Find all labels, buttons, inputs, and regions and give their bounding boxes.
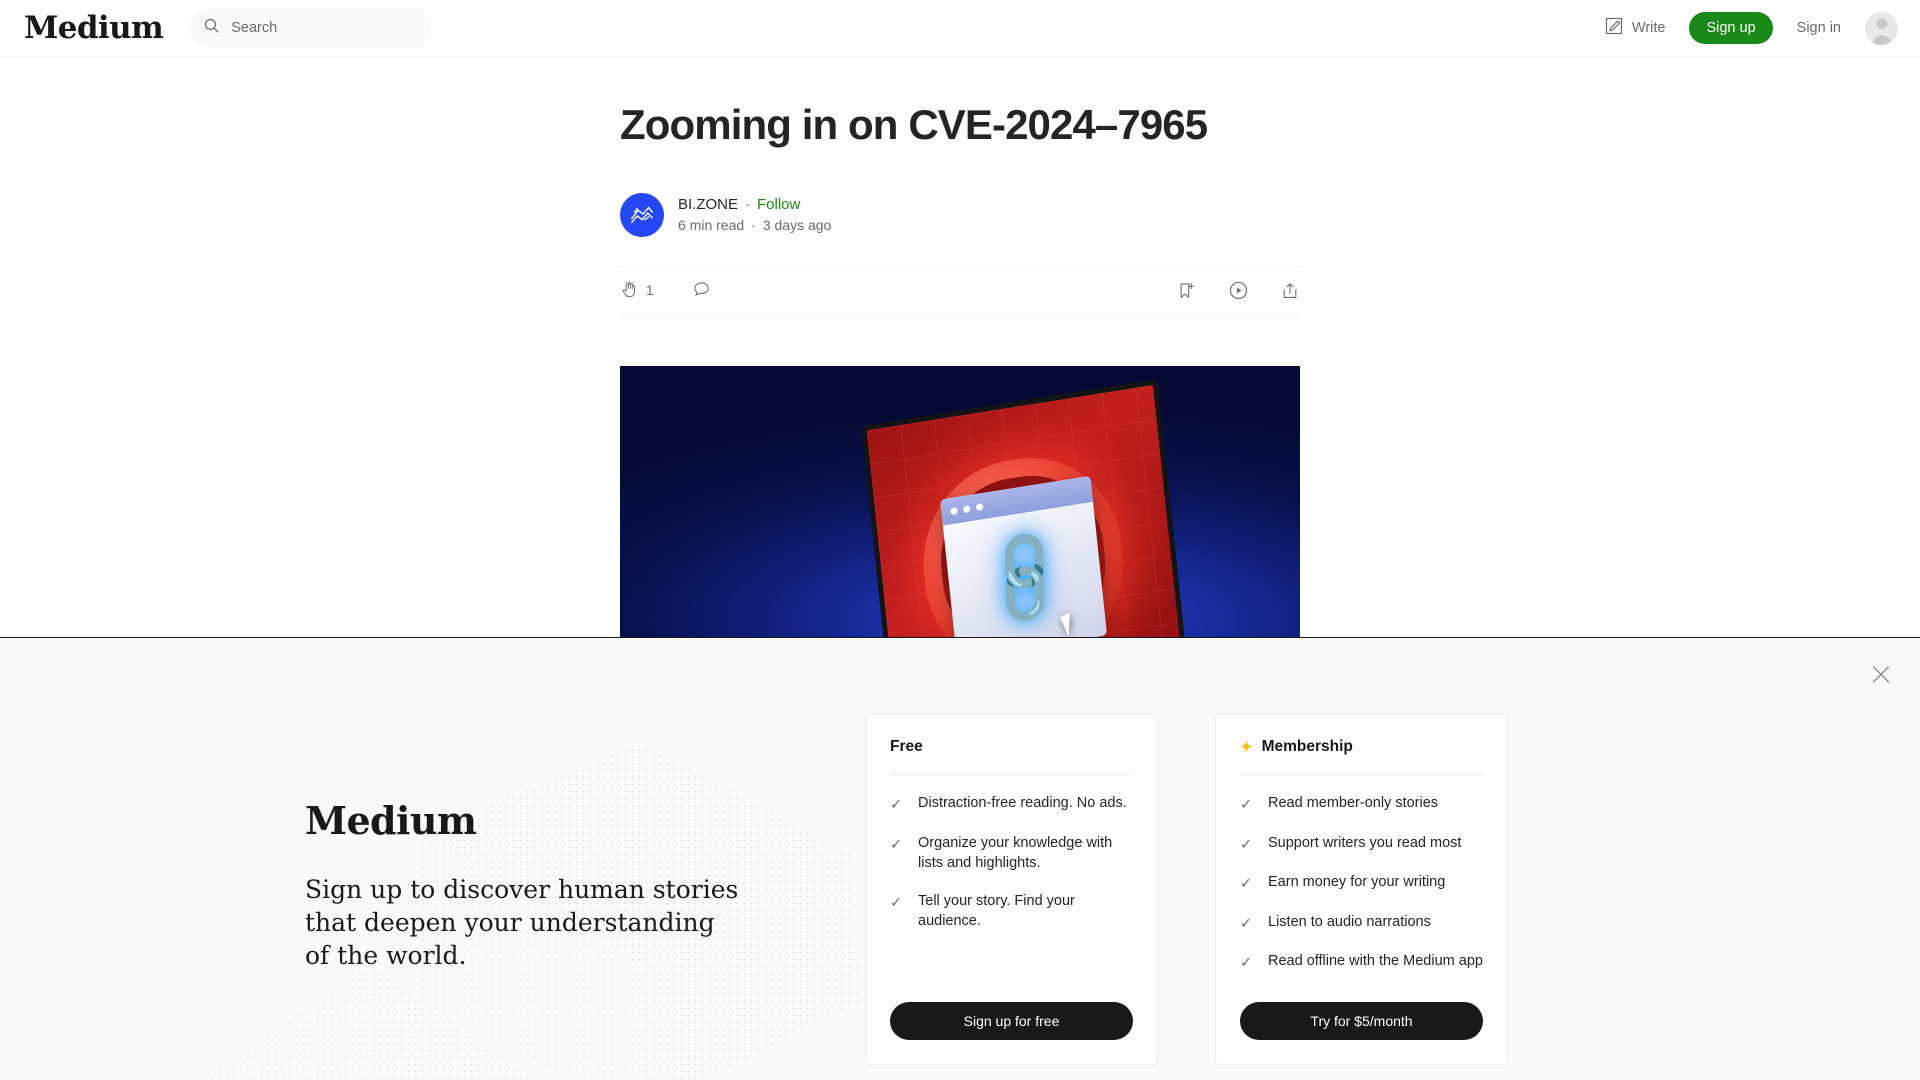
check-icon: ✓ bbox=[1240, 876, 1253, 893]
check-icon: ✓ bbox=[1240, 915, 1253, 932]
feature-text: Organize your knowledge with lists and h… bbox=[918, 834, 1113, 872]
feature-list: ✓ Distraction-free reading. No ads. ✓ Or… bbox=[890, 793, 1133, 932]
modal-intro: Medium Sign up to discover human stories… bbox=[305, 638, 865, 972]
user-avatar-icon[interactable] bbox=[1865, 11, 1898, 45]
clap-button[interactable]: 1 bbox=[620, 280, 654, 302]
list-item: ✓ Distraction-free reading. No ads. bbox=[890, 793, 1133, 816]
plan-card-free: Free ✓ Distraction-free reading. No ads.… bbox=[865, 713, 1158, 1065]
plan-title-row: Free bbox=[890, 738, 1133, 756]
plan-title: Free bbox=[890, 738, 923, 755]
feature-text: Listen to audio narrations bbox=[1268, 913, 1431, 930]
byline-separator: · bbox=[745, 196, 751, 214]
list-item: ✓ Tell your story. Find your audience. bbox=[890, 891, 1133, 932]
clap-icon bbox=[620, 280, 639, 302]
read-time: 6 min read bbox=[678, 217, 745, 234]
list-item: ✓ Listen to audio narrations bbox=[1240, 912, 1483, 935]
divider bbox=[1240, 774, 1483, 775]
list-item: ✓ Earn money for your writing bbox=[1240, 872, 1483, 895]
article-action-bar: 1 bbox=[620, 265, 1300, 316]
feature-text: Earn money for your writing bbox=[1268, 874, 1446, 891]
check-icon: ✓ bbox=[1240, 955, 1253, 972]
modal-medium-logo: Medium bbox=[305, 798, 477, 843]
comment-icon bbox=[692, 280, 711, 302]
browser-window-illustration: 🔗 bbox=[940, 475, 1108, 654]
plan-cards: Free ✓ Distraction-free reading. No ads.… bbox=[865, 638, 1508, 1065]
list-item: ✓ Read offline with the Medium app bbox=[1240, 951, 1483, 974]
page-title: Zooming in on CVE-2024–7965 bbox=[620, 101, 1208, 148]
signup-button[interactable]: Sign up bbox=[1689, 12, 1773, 44]
check-icon: ✓ bbox=[890, 797, 903, 813]
search-placeholder: Search bbox=[231, 20, 278, 36]
published-date: 3 days ago bbox=[762, 217, 832, 234]
divider bbox=[890, 774, 1133, 775]
check-icon: ✓ bbox=[1240, 836, 1253, 853]
follow-link[interactable]: Follow bbox=[757, 196, 800, 213]
clap-count: 1 bbox=[646, 283, 654, 299]
byline-separator-2: · bbox=[751, 217, 756, 234]
header-actions: Write Sign up Sign in bbox=[1604, 11, 1898, 45]
plan-card-membership: ✦ Membership ✓ Read member-only stories … bbox=[1215, 713, 1508, 1065]
chain-link-icon: 🔗 bbox=[969, 520, 1080, 633]
signup-free-button[interactable]: Sign up for free bbox=[890, 1002, 1133, 1040]
check-icon: ✓ bbox=[1240, 797, 1253, 813]
medium-logo[interactable]: Medium bbox=[24, 12, 164, 44]
try-membership-button[interactable]: Try for $5/month bbox=[1240, 1002, 1483, 1040]
feature-text: Tell your story. Find your audience. bbox=[918, 892, 1075, 930]
signup-modal: Medium Sign up to discover human stories… bbox=[0, 637, 1920, 1080]
star-icon: ✦ bbox=[1240, 738, 1253, 756]
bookmark-add-icon[interactable] bbox=[1177, 281, 1197, 301]
pencil-square-icon bbox=[1604, 16, 1624, 40]
signin-link[interactable]: Sign in bbox=[1797, 20, 1841, 36]
plan-title-row: ✦ Membership bbox=[1240, 738, 1483, 756]
write-button[interactable]: Write bbox=[1604, 16, 1666, 40]
feature-text: Distraction-free reading. No ads. bbox=[918, 795, 1127, 811]
check-icon: ✓ bbox=[890, 836, 903, 853]
list-item: ✓ Read member-only stories bbox=[1240, 793, 1483, 816]
article-body: Zooming in on CVE-2024–7965 BI.ZONE · Fo… bbox=[0, 57, 1920, 654]
share-icon[interactable] bbox=[1280, 281, 1300, 301]
modal-tagline: Sign up to discover human stories that d… bbox=[305, 875, 739, 970]
plan-title: Membership bbox=[1261, 738, 1353, 755]
play-circle-icon[interactable] bbox=[1228, 280, 1249, 301]
list-item: ✓ Organize your knowledge with lists and… bbox=[890, 833, 1133, 874]
search-icon bbox=[203, 17, 220, 39]
feature-text: Read offline with the Medium app bbox=[1268, 953, 1483, 970]
feature-text: Read member-only stories bbox=[1268, 795, 1439, 811]
author-name[interactable]: BI.ZONE bbox=[678, 196, 738, 213]
close-icon[interactable] bbox=[1868, 662, 1894, 688]
article-hero-image: 🔗 bbox=[620, 365, 1300, 654]
site-header: Medium Search Write Sign up Sign in bbox=[0, 0, 1920, 57]
author-avatar[interactable] bbox=[620, 192, 664, 237]
list-item: ✓ Support writers you read most bbox=[1240, 833, 1483, 856]
search-input[interactable]: Search bbox=[189, 8, 432, 48]
byline: BI.ZONE · Follow 6 min read · 3 days ago bbox=[620, 192, 1300, 237]
feature-list: ✓ Read member-only stories ✓ Support wri… bbox=[1240, 793, 1483, 974]
comment-button[interactable] bbox=[692, 280, 711, 302]
medium-article-page: Medium Search Write Sign up Sign in Zoom… bbox=[0, 0, 1920, 1080]
write-label: Write bbox=[1631, 20, 1666, 36]
laptop-illustration: 🔗 bbox=[861, 378, 1189, 654]
check-icon: ✓ bbox=[890, 894, 903, 911]
feature-text: Support writers you read most bbox=[1268, 834, 1462, 851]
